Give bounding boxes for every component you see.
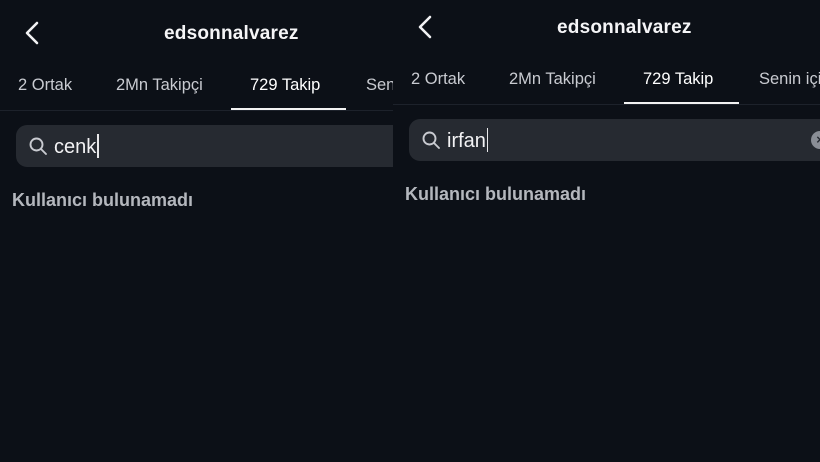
search-input[interactable]: cenk	[54, 134, 99, 159]
clear-icon[interactable]: ×	[811, 131, 820, 149]
divider	[0, 110, 393, 111]
search-input[interactable]: irfan	[447, 128, 489, 153]
empty-state-message: Kullanıcı bulunamadı	[12, 190, 194, 210]
search-icon	[421, 130, 441, 150]
tab-mutual[interactable]: 2 Ortak	[18, 76, 72, 95]
divider	[393, 104, 820, 105]
search-field[interactable]: cenk	[16, 125, 393, 167]
left-screenshot: edsonnalvarez 2 Ortak 2Mn Takipçi 729 Ta…	[0, 0, 393, 462]
tab-following[interactable]: 729 Takip	[250, 76, 320, 95]
search-icon	[28, 136, 48, 156]
page-title: edsonnalvarez	[164, 23, 299, 44]
tab-bar: 2 Ortak 2Mn Takipçi 729 Takip Senin için	[393, 70, 820, 106]
tab-bar: 2 Ortak 2Mn Takipçi 729 Takip Senin için	[0, 76, 393, 112]
tab-followers[interactable]: 2Mn Takipçi	[116, 76, 203, 95]
page-title: edsonnalvarez	[557, 17, 692, 38]
tab-following[interactable]: 729 Takip	[643, 70, 713, 89]
back-icon[interactable]	[22, 20, 44, 46]
tab-for-you[interactable]: Senin için	[759, 70, 820, 89]
text-caret	[97, 134, 99, 158]
empty-state-message: Kullanıcı bulunamadı	[405, 184, 587, 204]
tab-followers[interactable]: 2Mn Takipçi	[509, 70, 596, 89]
search-field[interactable]: irfan ×	[409, 119, 820, 161]
back-icon[interactable]	[415, 14, 437, 40]
tab-for-you[interactable]: Senin için	[366, 76, 393, 95]
tab-mutual[interactable]: 2 Ortak	[411, 70, 465, 89]
right-screenshot: edsonnalvarez 2 Ortak 2Mn Takipçi 729 Ta…	[393, 0, 820, 462]
text-caret	[486, 128, 489, 152]
